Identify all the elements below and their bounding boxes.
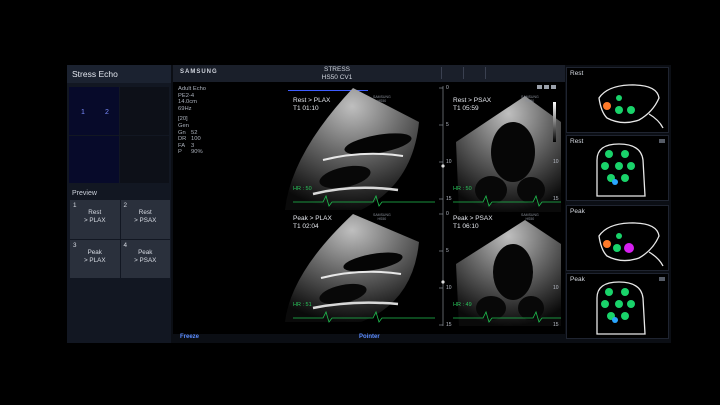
scale-tick: 10 (553, 159, 559, 165)
preview-label: Preview (72, 190, 97, 197)
view-label-peak-plax: Peak > PLAX T1 02:04 (293, 215, 332, 230)
exam-title: STRESS (323, 66, 350, 73)
scale-tick: 5 (446, 248, 449, 254)
toolbar-slot (463, 67, 486, 79)
scale-tick: 10 (446, 285, 452, 291)
cell-number: 1 (81, 109, 85, 116)
preview-item-4[interactable]: 4 Peak > PSAX (120, 239, 170, 278)
scale-tick: 0 (446, 85, 449, 91)
scale-tick: 15 (553, 196, 559, 202)
pointer-button[interactable]: Pointer (359, 334, 380, 340)
preview-grid: 1 Rest > PLAX 2 Rest > PSAX 3 Peak > PLAX 4… (70, 200, 170, 278)
toolbar-icons (537, 85, 556, 89)
preview-item-3[interactable]: 3 Peak > PLAX (70, 239, 120, 278)
top-bar: SAMSUNG STRESS HS50 CV1 (173, 65, 565, 82)
preview-number: 3 (73, 241, 77, 249)
scale-tick: 10 (446, 159, 452, 165)
preview-view: > PSAX (134, 217, 157, 224)
preview-view: > PSAX (134, 256, 157, 264)
layout-cell-4[interactable] (119, 135, 169, 183)
view-label-rest-plax: Rest > PLAX T1 01:10 (293, 97, 331, 112)
depth-scale-left (439, 86, 444, 326)
preview-stage: Peak (138, 248, 153, 256)
panel-title: Stress Echo (67, 65, 171, 83)
segment-panel: Rest Rest Peak Peak (565, 65, 671, 343)
focus-marker (441, 280, 445, 284)
layout-cell-1[interactable]: 1 2 3 4 (69, 87, 119, 164)
preview-number: 1 (73, 202, 77, 209)
heart-bullseye-icon (596, 143, 646, 197)
watermark: SAMSUNG HS50 (521, 95, 539, 103)
segment-map-peak-2[interactable]: Peak (566, 273, 669, 339)
scale-tick: 15 (446, 322, 452, 328)
preview-number: 2 (123, 202, 128, 209)
watermark: SAMSUNG HS50 (373, 213, 391, 221)
left-panel: Stress Echo 1 2 3 4 Preview 1 Rest> PLAX… (67, 65, 171, 343)
grayscale-bar (553, 102, 556, 142)
echo-view-rest-psax[interactable] (446, 96, 561, 212)
echo-view-peak-psax[interactable] (456, 220, 561, 326)
status-bar: Freeze Pointer (173, 334, 565, 343)
preview-item-2[interactable]: 2 Rest > PSAX (120, 200, 170, 239)
heart-outline-icon (598, 84, 664, 129)
device-name: HS50 CV1 (321, 73, 353, 81)
preview-stage: Peak (87, 248, 102, 256)
segment-map-rest-2[interactable]: Rest (566, 135, 669, 201)
watermark: SAMSUNG HS50 (373, 95, 391, 103)
preview-view: > PLAX (83, 256, 106, 264)
heart-rate-readout: HR : 49 (453, 302, 472, 308)
heart-outline-icon (598, 222, 664, 267)
toolbar-slot (485, 67, 508, 79)
view-label-peak-psax: Peak > PSAX T1 06:10 (453, 215, 493, 230)
preview-stage: Rest (88, 209, 102, 216)
preview-item-1[interactable]: 1 Rest > PLAX (70, 200, 120, 239)
preview-stage: Rest (138, 209, 152, 216)
echo-images (285, 85, 561, 326)
image-area: SAMSUNG STRESS HS50 CV1 Adult Echo PE2-4… (173, 65, 565, 343)
watermark: SAMSUNG HS50 (521, 213, 539, 221)
scale-tick: 15 (553, 322, 559, 328)
scale-tick: 10 (553, 285, 559, 291)
stress-echo-app: Stress Echo 1 2 3 4 Preview 1 Rest> PLAX… (67, 65, 671, 343)
segment-map-rest-1[interactable]: Rest (566, 67, 669, 133)
heart-rate-readout: HR : 50 (453, 186, 472, 192)
preview-view: > PLAX (83, 217, 106, 224)
view-label-rest-psax: Rest > PSAX T1 05:59 (453, 97, 492, 112)
segment-map-peak-1[interactable]: Peak (566, 205, 669, 271)
layout-cell-2[interactable] (119, 87, 169, 135)
scale-tick: 15 (446, 196, 452, 202)
brand-logo: SAMSUNG (180, 69, 218, 75)
toolbar-slot (441, 67, 464, 79)
heart-rate-readout: HR : 50 (293, 186, 312, 192)
scale-tick: 5 (446, 122, 449, 128)
heart-rate-readout: HR : 51 (293, 302, 312, 308)
freeze-button[interactable]: Freeze (180, 334, 199, 340)
cell-number: 2 (105, 109, 109, 116)
layout-grid: 1 2 3 4 (69, 87, 169, 183)
scale-tick: 0 (446, 211, 449, 217)
focus-marker (441, 164, 445, 168)
preview-number: 4 (123, 241, 128, 249)
heart-bullseye-icon (596, 281, 646, 335)
layout-cell-3[interactable] (69, 135, 119, 183)
